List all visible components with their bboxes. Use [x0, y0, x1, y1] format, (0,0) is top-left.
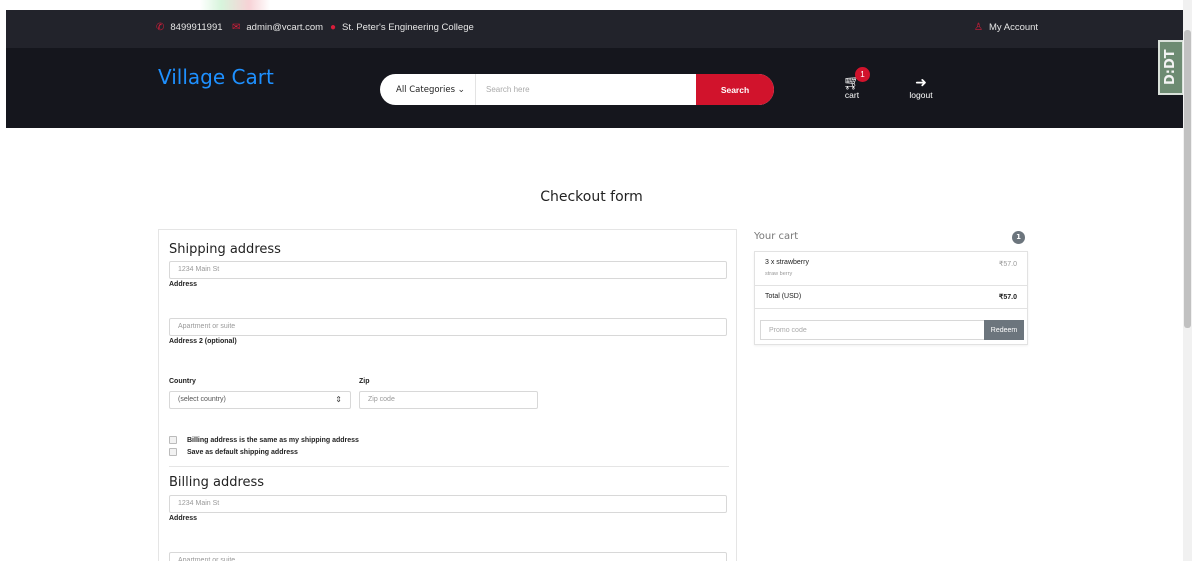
phone-text: 8499911991 — [170, 22, 223, 33]
cart-total-value: ₹57.0 — [998, 294, 1017, 301]
email-link[interactable]: ✉ admin@vcart.com — [232, 22, 323, 33]
billing-address-label: Address — [169, 515, 198, 522]
phone-link[interactable]: ✆ 8499911991 — [156, 22, 223, 33]
logout-label: logout — [909, 90, 933, 100]
cart-total-row: Total (USD) ₹57.0 — [755, 286, 1027, 309]
sort-arrows-icon: ⇕ — [335, 395, 342, 404]
checkout-page: ✆ 8499911991 ✉ admin@vcart.com ● St. Pet… — [0, 0, 1192, 561]
same-address-checkbox[interactable] — [169, 436, 177, 444]
same-address-label: Billing address is the same as my shippi… — [187, 436, 359, 444]
country-select[interactable]: (select country) ⇕ — [169, 391, 351, 409]
save-default-checkbox-row[interactable]: Save as default shipping address — [169, 448, 298, 456]
search-input[interactable] — [476, 74, 696, 105]
cart-item-name: 3 x strawberry — [765, 259, 809, 266]
phone-icon: ✆ — [156, 21, 165, 33]
top-strip — [0, 0, 1183, 10]
search-bar: All Categories ⌄ Search — [380, 74, 774, 105]
country-selected: (select country) — [178, 396, 226, 403]
cart-badge: 1 — [855, 67, 870, 82]
billing-address-field[interactable]: 1234 Main St — [169, 495, 727, 513]
cart-item-price: ₹57.0 — [998, 261, 1017, 268]
my-account-link[interactable]: ♙ My Account — [974, 22, 1038, 33]
cart-count-badge: 1 — [1012, 231, 1025, 244]
scrollbar-thumb[interactable] — [1184, 30, 1191, 328]
cart-label: cart — [844, 90, 860, 100]
watermark-badge: D:DT — [1158, 40, 1184, 95]
promo-code-input[interactable] — [760, 320, 984, 340]
sign-out-icon: ➜ — [915, 74, 927, 90]
zip-label: Zip — [359, 378, 370, 385]
page-scrollbar[interactable] — [1183, 0, 1192, 561]
shipping-address2-field[interactable]: Apartment or suite — [169, 318, 727, 336]
country-label: Country — [169, 378, 196, 385]
cart-title: Your cart — [754, 231, 799, 242]
cart-summary: 3 x strawberry straw berry ₹57.0 Total (… — [754, 251, 1028, 345]
cart-total-label: Total (USD) — [765, 293, 802, 300]
location-text: St. Peter's Engineering College — [342, 22, 474, 33]
my-account-text: My Account — [988, 22, 1039, 33]
checkout-form: Shipping address 1234 Main St Address Ap… — [158, 229, 737, 561]
user-icon: ♙ — [974, 21, 983, 33]
section-divider — [169, 466, 729, 467]
brand-logo[interactable]: Village Cart — [158, 65, 274, 89]
shipping-address-label: Address — [169, 281, 198, 288]
redeem-button[interactable]: Redeem — [984, 320, 1024, 340]
cart-link[interactable]: 🛒︎ 1 cart — [832, 67, 872, 100]
location-link[interactable]: ● St. Peter's Engineering College — [330, 22, 474, 33]
billing-address2-field[interactable]: Apartment or suite — [169, 552, 727, 561]
shipping-address2-label: Address 2 (optional) — [169, 338, 237, 345]
save-default-checkbox[interactable] — [169, 448, 177, 456]
map-marker-icon: ● — [330, 21, 337, 33]
logout-link[interactable]: ➜ logout — [901, 74, 941, 100]
category-select[interactable]: All Categories ⌄ — [380, 74, 476, 105]
main-header: Village Cart All Categories ⌄ Search 🛒︎ … — [6, 48, 1183, 128]
chevron-down-icon: ⌄ — [457, 84, 465, 95]
same-address-checkbox-row[interactable]: Billing address is the same as my shippi… — [169, 436, 359, 444]
logo-fragment — [200, 0, 270, 10]
billing-title: Billing address — [169, 475, 265, 490]
shipping-address-field[interactable]: 1234 Main St — [169, 261, 727, 279]
category-selected: All Categories — [396, 84, 456, 95]
page-title: Checkout form — [540, 189, 643, 205]
save-default-label: Save as default shipping address — [187, 448, 298, 456]
envelope-icon: ✉ — [232, 21, 241, 33]
search-button[interactable]: Search — [696, 74, 774, 105]
cart-item: 3 x strawberry straw berry ₹57.0 — [755, 252, 1027, 286]
zip-field[interactable]: Zip code — [359, 391, 538, 409]
cart-item-desc: straw berry — [765, 271, 793, 277]
shipping-title: Shipping address — [169, 242, 281, 257]
email-text: admin@vcart.com — [246, 22, 324, 33]
info-bar: ✆ 8499911991 ✉ admin@vcart.com ● St. Pet… — [6, 10, 1183, 48]
